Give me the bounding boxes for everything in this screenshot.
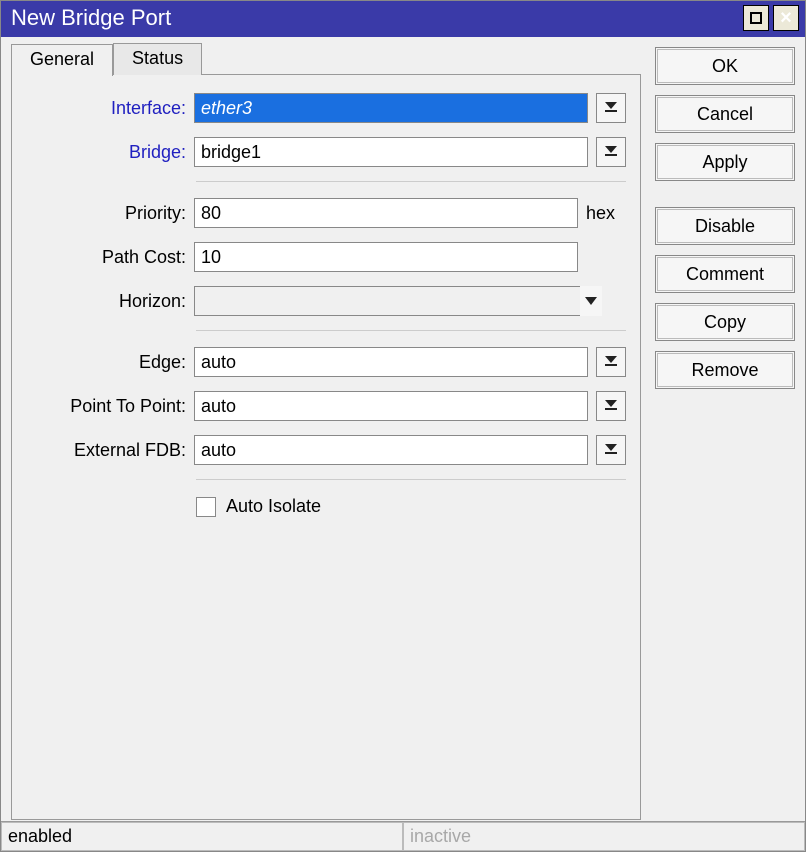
label-bridge: Bridge: <box>26 142 194 163</box>
row-bridge: Bridge: bridge1 <box>26 137 626 167</box>
client-area: General Status Interface: ether3 <box>1 37 805 851</box>
button-gap <box>655 191 795 197</box>
apply-button[interactable]: Apply <box>655 143 795 181</box>
cancel-button[interactable]: Cancel <box>655 95 795 133</box>
label-extfdb: External FDB: <box>26 440 194 461</box>
disable-button[interactable]: Disable <box>655 207 795 245</box>
row-extfdb: External FDB: auto <box>26 435 626 465</box>
row-edge: Edge: auto <box>26 347 626 377</box>
bridge-field[interactable]: bridge1 <box>194 137 588 167</box>
tabs: General Status <box>11 43 641 75</box>
window-title: New Bridge Port <box>11 5 739 31</box>
pathcost-value: 10 <box>201 247 221 268</box>
bridge-dropdown-button[interactable] <box>596 137 626 167</box>
status-enabled: enabled <box>1 822 403 851</box>
pathcost-field[interactable]: 10 <box>194 242 578 272</box>
label-horizon: Horizon: <box>26 291 194 312</box>
label-interface: Interface: <box>26 98 194 119</box>
label-edge: Edge: <box>26 352 194 373</box>
extfdb-dropdown-button[interactable] <box>596 435 626 465</box>
dropdown-icon <box>605 400 617 412</box>
ptp-field[interactable]: auto <box>194 391 588 421</box>
dropdown-icon <box>605 146 617 158</box>
autoisolate-checkbox[interactable] <box>196 497 216 517</box>
dropdown-icon <box>605 444 617 456</box>
button-column: OK Cancel Apply Disable Comment Copy Rem… <box>655 43 795 821</box>
extfdb-value: auto <box>201 440 236 461</box>
remove-button[interactable]: Remove <box>655 351 795 389</box>
label-pathcost: Path Cost: <box>26 247 194 268</box>
interface-value: ether3 <box>201 98 252 119</box>
maximize-button[interactable] <box>743 5 769 31</box>
priority-suffix: hex <box>586 203 626 224</box>
priority-field[interactable]: 80 <box>194 198 578 228</box>
divider <box>196 181 626 182</box>
dropdown-icon <box>585 297 597 305</box>
copy-button[interactable]: Copy <box>655 303 795 341</box>
titlebar: New Bridge Port × <box>1 1 805 37</box>
row-horizon: Horizon: <box>26 286 626 316</box>
status-inactive: inactive <box>403 822 805 851</box>
extfdb-field[interactable]: auto <box>194 435 588 465</box>
label-ptp: Point To Point: <box>26 396 194 417</box>
tab-panel-general: Interface: ether3 Bridge: <box>11 74 641 820</box>
tab-status[interactable]: Status <box>113 43 202 75</box>
interface-dropdown-button[interactable] <box>596 93 626 123</box>
row-autoisolate: Auto Isolate <box>196 496 626 517</box>
close-button[interactable]: × <box>773 5 799 31</box>
row-interface: Interface: ether3 <box>26 93 626 123</box>
interface-field[interactable]: ether3 <box>194 93 588 123</box>
ptp-dropdown-button[interactable] <box>596 391 626 421</box>
maximize-icon <box>750 12 762 24</box>
divider <box>196 330 626 331</box>
priority-value: 80 <box>201 203 221 224</box>
edge-value: auto <box>201 352 236 373</box>
label-priority: Priority: <box>26 203 194 224</box>
dropdown-icon <box>605 102 617 114</box>
autoisolate-label: Auto Isolate <box>226 496 321 517</box>
dropdown-icon <box>605 356 617 368</box>
status-bar: enabled inactive <box>1 821 805 851</box>
row-priority: Priority: 80 hex <box>26 198 626 228</box>
left-pane: General Status Interface: ether3 <box>11 43 641 821</box>
row-pathcost: Path Cost: 10 <box>26 242 626 272</box>
tab-general[interactable]: General <box>11 44 113 76</box>
ok-button[interactable]: OK <box>655 47 795 85</box>
main-split: General Status Interface: ether3 <box>1 37 805 821</box>
horizon-field[interactable] <box>194 286 596 316</box>
close-icon: × <box>780 8 792 28</box>
bridge-value: bridge1 <box>201 142 261 163</box>
window: New Bridge Port × General Status Interfa… <box>0 0 806 852</box>
edge-dropdown-button[interactable] <box>596 347 626 377</box>
row-ptp: Point To Point: auto <box>26 391 626 421</box>
edge-field[interactable]: auto <box>194 347 588 377</box>
comment-button[interactable]: Comment <box>655 255 795 293</box>
divider <box>196 479 626 480</box>
ptp-value: auto <box>201 396 236 417</box>
horizon-dropdown-button[interactable] <box>580 286 602 316</box>
